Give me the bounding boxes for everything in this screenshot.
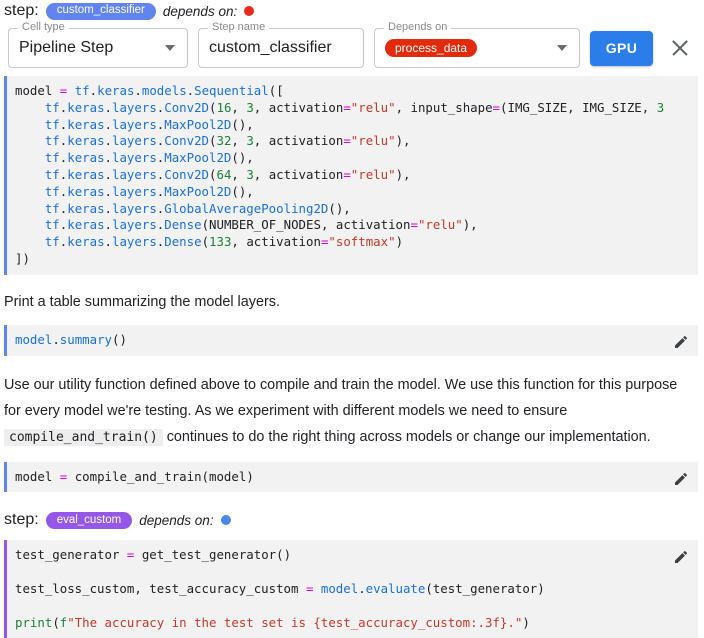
step-label: step:	[4, 2, 39, 19]
gpu-button[interactable]: GPU	[590, 30, 653, 66]
chevron-down-icon[interactable]	[165, 45, 175, 51]
step-name-value: custom_classifier	[209, 39, 332, 56]
code-cell-model-summary[interactable]: model.summary()	[4, 324, 698, 356]
step-label: step:	[4, 511, 39, 529]
step-name-legend: Step name	[208, 22, 270, 33]
step-header-eval-custom: step: eval_custom depends on:	[0, 509, 704, 531]
step-name-chip[interactable]: custom_classifier	[45, 2, 156, 20]
inline-code-compile-and-train: compile_and_train()	[4, 428, 163, 446]
dependency-dot-icon	[220, 515, 231, 526]
dependency-dot-icon	[244, 6, 255, 16]
cell-type-legend: Cell type	[18, 22, 69, 33]
depends-on-label: depends on:	[162, 3, 238, 19]
step-name-input[interactable]: Step name custom_classifier	[198, 22, 364, 68]
prose2-part1: Use our utility function defined above t…	[4, 376, 678, 419]
prose2-part2: continues to do the right thing across m…	[166, 428, 651, 445]
code-content: model.summary()	[15, 331, 127, 347]
cell-type-value: Pipeline Step	[19, 39, 114, 56]
notebook-page: step: custom_classifier depends on: Cell…	[0, 0, 704, 638]
pencil-icon[interactable]	[673, 471, 689, 487]
step-header-custom-classifier: step: custom_classifier depends on:	[0, 0, 704, 22]
code-cell-compile-and-train[interactable]: model = compile_and_train(model)	[4, 461, 698, 493]
chevron-down-icon[interactable]	[557, 45, 567, 51]
markdown-paragraph-summary: Print a table summarizing the model laye…	[4, 293, 280, 310]
markdown-paragraph-compile-train: Use our utility function defined above t…	[0, 372, 704, 451]
cell-type-select[interactable]: Cell type Pipeline Step	[8, 22, 188, 68]
close-icon[interactable]	[667, 35, 693, 61]
depends-on-select[interactable]: Depends on process_data	[374, 22, 580, 68]
code-content: test_generator = get_test_generator() te…	[15, 547, 545, 630]
cell-toolbar: Cell type Pipeline Step Step name custom…	[0, 22, 704, 76]
code-content: model = tf.keras.models.Sequential([ tf.…	[15, 83, 664, 266]
depends-on-legend: Depends on	[384, 22, 452, 33]
step-name-chip[interactable]: eval_custom	[45, 511, 133, 529]
depends-on-label: depends on:	[139, 512, 214, 528]
code-cell-model-definition[interactable]: model = tf.keras.models.Sequential([ tf.…	[4, 76, 698, 275]
depends-on-chip[interactable]: process_data	[385, 39, 478, 57]
code-content: model = compile_and_train(model)	[15, 468, 254, 484]
code-cell-eval-custom[interactable]: test_generator = get_test_generator() te…	[4, 540, 698, 638]
pencil-icon[interactable]	[673, 334, 689, 350]
pencil-icon[interactable]	[673, 549, 689, 565]
